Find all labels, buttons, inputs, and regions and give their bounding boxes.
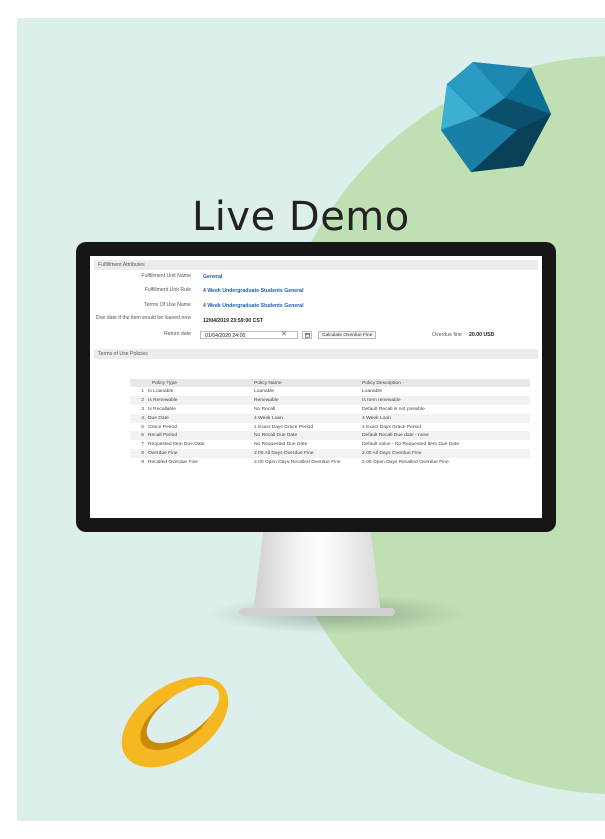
table-row: 3 Is Recallable No Recall Default Recall…: [130, 405, 530, 414]
policy-type-cell: Overdue Fine: [146, 449, 252, 459]
table-header-cell: Policy Description: [360, 379, 530, 387]
field-label: Terms Of Use Name: [144, 302, 191, 308]
fulfillment-unit-name-link[interactable]: General: [203, 274, 222, 280]
field-label: Fulfillment Unit Name: [141, 273, 191, 279]
monitor-stand-base: [239, 608, 395, 616]
fulfillment-section-header: Fulfillment Attributes: [94, 260, 538, 270]
due-date-row: Due date if the item would be loaned now…: [94, 315, 538, 331]
policy-description-cell: Default Recall Due date - none: [360, 431, 530, 441]
monitor-screen: Fulfillment Attributes Fulfillment Unit …: [90, 256, 542, 518]
policy-name-cell: 2.00 Open Days Recalled Overdue Fine: [254, 460, 341, 466]
due-date-value: 12/04/2019 23:59:00 CST: [203, 318, 263, 324]
policy-description-cell: 2.00 All Days Overdue Fine: [360, 449, 530, 459]
table-header-row: Policy Type Policy Name Policy Descripti…: [130, 379, 530, 387]
fulfillment-unit-name-row: Fulfillment Unit Name General: [94, 273, 538, 288]
table-header-cell: Policy Type: [146, 379, 252, 387]
policy-description-cell: Loanable: [362, 388, 383, 394]
table-row: 2 Is Renewable Renewable Is Item renewab…: [130, 395, 530, 405]
page-title: Live Demo: [192, 194, 410, 240]
row-number: 9: [141, 460, 144, 466]
fulfillment-unit-rule-row: Fulfillment Unit Rule 4 Week Undergradua…: [94, 287, 538, 303]
row-number: 5: [141, 424, 144, 430]
policy-name-cell: Loanable: [254, 388, 275, 394]
table-row: 4 Due Date 4 Week Loan 4 Week Loan: [130, 413, 530, 423]
table-row: 1 Is Loanable Loanable Loanable: [130, 387, 530, 396]
policy-name-cell: No Recall Due Date: [252, 431, 360, 441]
return-date-label: Return date: [163, 331, 191, 337]
overdue-fine-value: 20.00 USD: [469, 332, 495, 338]
row-number: 1: [141, 388, 144, 394]
table-row: 6 Recall Period No Recall Due Date Defau…: [130, 431, 530, 441]
policy-type-cell: Grace Period: [148, 424, 177, 430]
table-row: 7 Requested Item Due Date No Requested D…: [130, 440, 530, 449]
fulfillment-unit-rule-link[interactable]: 4 Week Undergraduate Students General: [203, 288, 304, 294]
policies-table: Policy Type Policy Name Policy Descripti…: [130, 379, 530, 467]
policy-description-cell: Default value - No Requested Item Due Da…: [362, 442, 460, 448]
monitor: Fulfillment Attributes Fulfillment Unit …: [76, 242, 556, 532]
overdue-fine-label: Overdue fine: [432, 332, 462, 338]
row-number: 4: [130, 413, 146, 423]
policy-type-cell: Requested Item Due Date: [148, 442, 205, 448]
policy-name-cell: 4 Week Loan: [252, 413, 360, 423]
policy-description-cell: 2.00 Open Days Recalled Overdue Fine: [362, 460, 449, 466]
table-header-cell: Policy Name: [252, 379, 360, 387]
terms-of-use-name-link[interactable]: 4 Week Undergraduate Students General: [203, 303, 304, 309]
monitor-stand: [253, 532, 381, 614]
geometric-gem-icon: [441, 62, 551, 172]
table-row: 5 Grace Period 1 Exact Days Grace Period…: [130, 423, 530, 432]
table-header-cell: [130, 379, 146, 387]
policy-description-cell: 1 Exact Days Grace Period: [362, 424, 421, 430]
calculate-overdue-fine-button[interactable]: Calculate Overdue Fine: [318, 331, 377, 339]
row-number: 6: [130, 431, 146, 441]
policy-type-cell: Is Loanable: [148, 388, 174, 394]
ring-icon: [121, 676, 229, 768]
row-number: 7: [141, 442, 144, 448]
return-date-row: Return date 01/04/2020 24:00 ✕ Calculate…: [94, 331, 538, 345]
policy-description-cell: Is Item renewable: [360, 395, 530, 405]
poster-background: Live Demo Fulfillment Attributes Fulfill…: [17, 18, 605, 821]
row-number: 2: [130, 395, 146, 405]
field-label: Fulfillment Unit Rule: [144, 287, 191, 293]
policies-section-header: Terms of Use Policies: [94, 349, 538, 359]
row-number: 3: [141, 406, 144, 412]
policy-name-cell: 1 Exact Days Grace Period: [254, 424, 313, 430]
policy-type-cell: Due Date: [146, 413, 252, 423]
policy-description-cell: Default Recall is not possible: [362, 406, 425, 412]
field-label: Due date if the item would be loaned now: [95, 315, 191, 321]
policy-name-cell: No Requested Due Date: [254, 442, 308, 448]
policy-type-cell: Is Recallable: [148, 406, 176, 412]
table-row: 8 Overdue Fine 2.00 All Days Overdue Fin…: [130, 449, 530, 459]
policy-name-cell: No Recall: [254, 406, 276, 412]
policy-name-cell: Renewable: [252, 395, 360, 405]
policy-name-cell: 2.00 All Days Overdue Fine: [252, 449, 360, 459]
row-number: 8: [130, 449, 146, 459]
policy-type-cell: Recalled Overdue Fine: [148, 460, 199, 466]
calendar-icon[interactable]: [302, 331, 312, 339]
close-icon[interactable]: ✕: [281, 331, 287, 339]
policy-type-cell: Recall Period: [146, 431, 252, 441]
policy-type-cell: Is Renewable: [146, 395, 252, 405]
policy-description-cell: 4 Week Loan: [360, 413, 530, 423]
table-row: 9 Recalled Overdue Fine 2.00 Open Days R…: [130, 458, 530, 467]
